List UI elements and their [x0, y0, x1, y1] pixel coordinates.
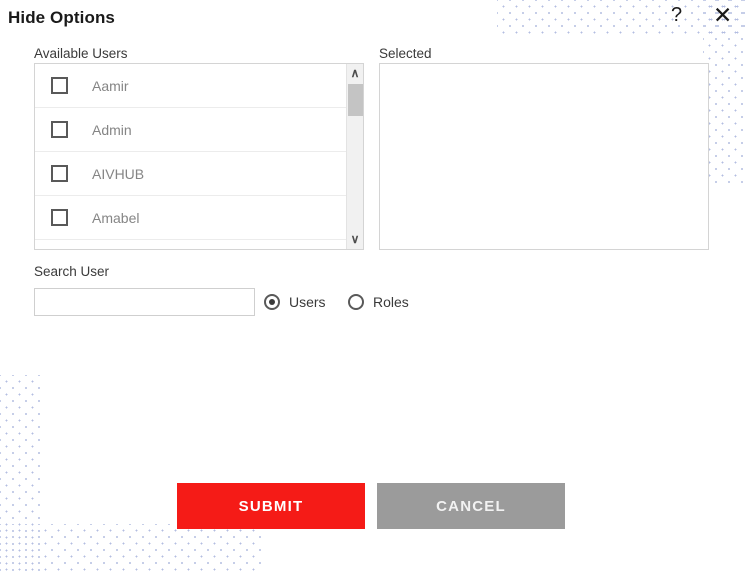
list-item[interactable]: AIVHUB — [35, 152, 347, 196]
list-item-label: Admin — [92, 121, 132, 138]
list-item-label: Amabel — [92, 209, 140, 226]
radio-option-roles[interactable]: Roles — [348, 294, 409, 310]
dot-pattern-bottom-left-vertical — [0, 375, 42, 573]
row-checkbox[interactable] — [51, 165, 68, 182]
submit-button[interactable]: SUBMIT — [177, 483, 365, 529]
list-item-partial[interactable] — [35, 240, 347, 249]
row-checkbox[interactable] — [51, 209, 68, 226]
available-users-label: Available Users — [34, 46, 128, 61]
row-checkbox[interactable] — [51, 77, 68, 94]
radio-option-users[interactable]: Users — [264, 294, 326, 310]
available-users-listbox[interactable]: Aamir Admin AIVHUB Amabel ∧ ∨ — [34, 63, 364, 250]
list-item[interactable]: Aamir — [35, 64, 347, 108]
dot-pattern-bottom-left-horizontal — [0, 524, 262, 573]
help-icon[interactable]: ? — [671, 5, 682, 25]
radio-circle-roles[interactable] — [348, 294, 364, 310]
selected-label: Selected — [379, 46, 432, 61]
chevron-down-icon[interactable]: ∨ — [347, 231, 363, 248]
chevron-up-icon[interactable]: ∧ — [347, 65, 363, 82]
list-item-label: AIVHUB — [92, 165, 145, 182]
list-item[interactable]: Admin — [35, 108, 347, 152]
selected-listbox[interactable] — [379, 63, 709, 250]
search-user-label: Search User — [34, 264, 110, 279]
available-users-rows: Aamir Admin AIVHUB Amabel — [35, 64, 347, 249]
scrollbar-thumb[interactable] — [348, 84, 363, 116]
list-scrollbar[interactable]: ∧ ∨ — [346, 64, 363, 249]
close-icon[interactable]: ✕ — [713, 4, 732, 27]
list-item-label: Aamir — [92, 77, 129, 94]
cancel-button[interactable]: CANCEL — [377, 483, 565, 529]
radio-circle-users[interactable] — [264, 294, 280, 310]
dialog-title: Hide Options — [8, 8, 115, 27]
radio-label-roles: Roles — [373, 294, 409, 310]
row-checkbox[interactable] — [51, 121, 68, 138]
list-item[interactable]: Amabel — [35, 196, 347, 240]
radio-label-users: Users — [289, 294, 326, 310]
dialog-header: Hide Options ? ✕ — [0, 0, 745, 40]
search-input[interactable] — [34, 288, 255, 316]
